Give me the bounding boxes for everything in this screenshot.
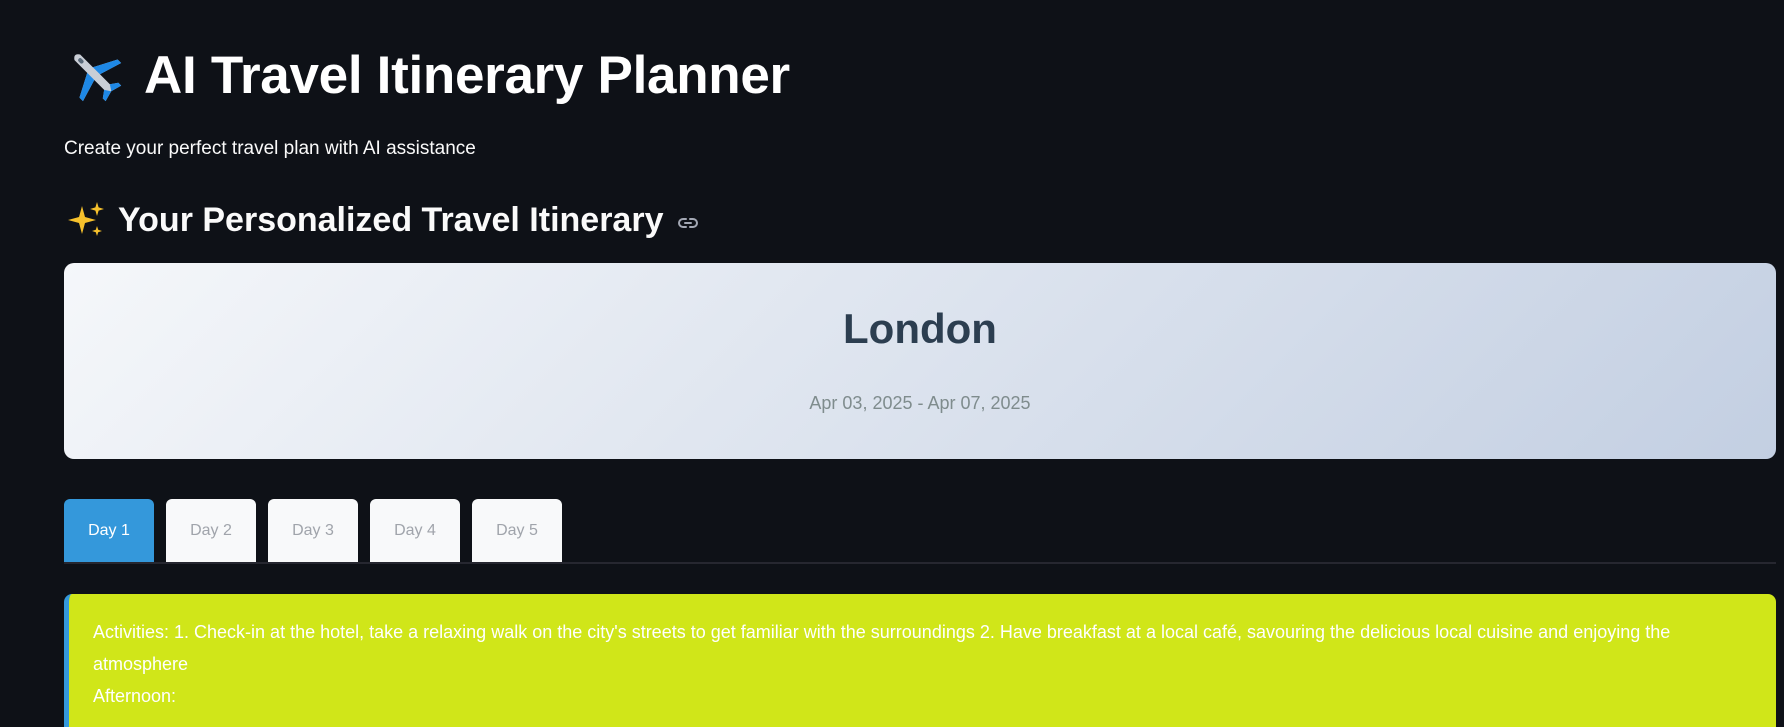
day-itinerary-text: Activities: 1. Check-in at the hotel, ta… (93, 616, 1753, 712)
day-tabs: Day 1 Day 2 Day 3 Day 4 Day 5 (64, 499, 562, 563)
link-icon[interactable] (677, 212, 699, 234)
section-heading: Your Personalized Travel Itinerary (118, 200, 664, 239)
tab-divider (64, 562, 1776, 564)
tab-day-4[interactable]: Day 4 (370, 499, 460, 563)
afternoon-label: Afternoon: (93, 686, 177, 706)
section-heading-row: Your Personalized Travel Itinerary (66, 200, 699, 240)
sparkles-icon (66, 200, 106, 240)
trip-dates: Apr 03, 2025 - Apr 07, 2025 (809, 393, 1031, 413)
airplane-icon (64, 44, 126, 106)
tab-day-1[interactable]: Day 1 (64, 499, 154, 563)
app-subtitle: Create your perfect travel plan with AI … (64, 138, 476, 159)
activities-text: Activities: 1. Check-in at the hotel, ta… (93, 622, 1671, 674)
app-page: AI Travel Itinerary Planner Create your … (0, 0, 1784, 727)
tab-day-3[interactable]: Day 3 (268, 499, 358, 563)
destination-card: London Apr 03, 2025 - Apr 07, 2025 (64, 263, 1776, 459)
tab-day-2[interactable]: Day 2 (166, 499, 256, 563)
tab-day-5[interactable]: Day 5 (472, 499, 562, 563)
destination-title: London (843, 305, 997, 352)
title-row: AI Travel Itinerary Planner (64, 44, 790, 106)
day-itinerary-card: Activities: 1. Check-in at the hotel, ta… (64, 594, 1776, 727)
app-title: AI Travel Itinerary Planner (144, 45, 790, 105)
